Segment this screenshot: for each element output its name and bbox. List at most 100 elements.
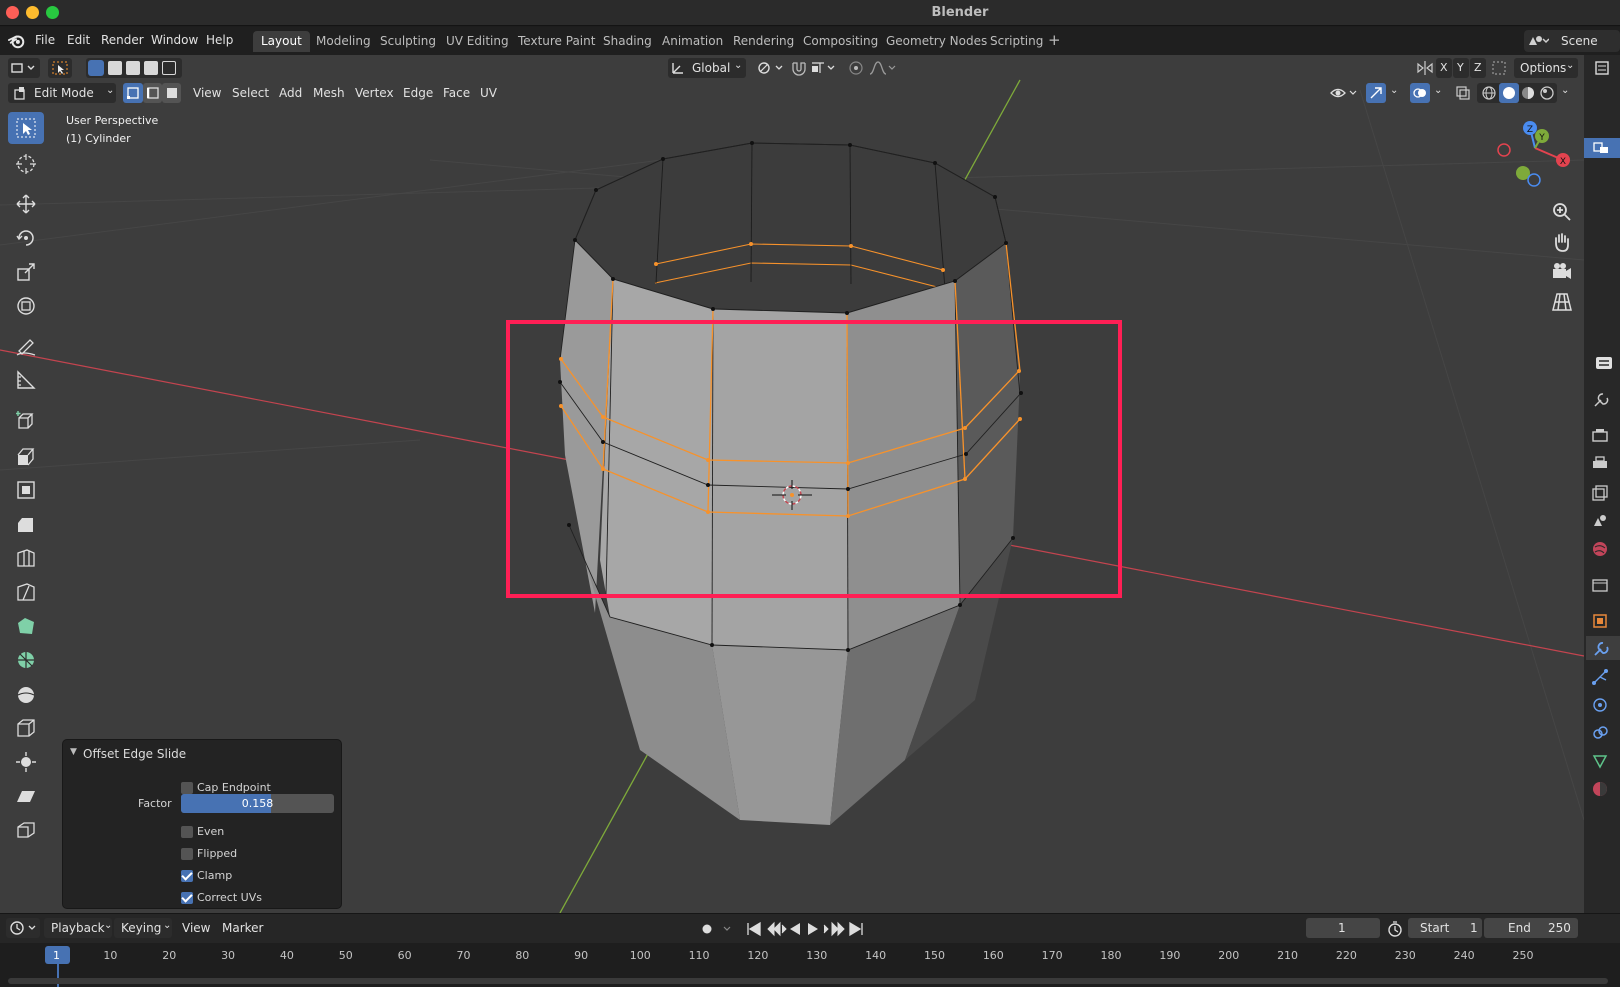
tab-tool-properties[interactable] [1591, 392, 1611, 412]
tool-rip-region[interactable] [8, 814, 44, 846]
menu-render[interactable]: Render [101, 33, 144, 47]
tab-texture-paint[interactable]: Texture Paint [510, 31, 603, 52]
tab-sculpting[interactable]: Sculpting [372, 31, 444, 52]
tab-layout[interactable]: Layout [253, 31, 310, 52]
tab-modifier-properties[interactable] [1591, 640, 1611, 660]
set-selection-invert-button[interactable] [144, 61, 158, 75]
tool-annotate[interactable] [8, 330, 44, 362]
timeline-scrollbar[interactable] [8, 978, 1608, 984]
visibility-eye-icon[interactable] [1330, 85, 1360, 101]
tab-scripting[interactable]: Scripting [982, 31, 1051, 52]
tool-add-cube[interactable] [8, 404, 44, 436]
tab-modeling[interactable]: Modeling [308, 31, 379, 52]
tab-uv-editing[interactable]: UV Editing [438, 31, 517, 52]
tool-measure[interactable] [8, 364, 44, 396]
tab-output-properties[interactable] [1591, 455, 1611, 475]
camera-view-icon[interactable] [1550, 260, 1574, 284]
set-selection-extend-button[interactable] [108, 61, 122, 75]
add-workspace-button[interactable]: + [1048, 31, 1061, 49]
clamp-box[interactable] [181, 870, 193, 882]
tab-particles-properties[interactable] [1591, 668, 1611, 688]
tool-shear[interactable] [8, 780, 44, 812]
pivot-point-icon[interactable] [756, 60, 786, 76]
tab-object-properties[interactable] [1591, 612, 1611, 632]
tool-extrude-region[interactable] [8, 440, 44, 472]
pan-hand-icon[interactable] [1550, 230, 1574, 254]
timeline-view-menu[interactable]: View [182, 921, 210, 935]
topology-mirror-icon[interactable] [1491, 60, 1507, 76]
menu-file[interactable]: File [35, 33, 55, 47]
flipped-box[interactable] [181, 848, 193, 860]
material-sphere-icon [1593, 782, 1607, 796]
tool-cursor[interactable] [8, 148, 44, 180]
tool-transform[interactable] [8, 290, 44, 322]
menu-mesh[interactable]: Mesh [313, 86, 345, 100]
playback-controls[interactable] [746, 921, 866, 937]
tool-poly-build[interactable] [8, 610, 44, 642]
zoom-magnifier-icon[interactable] [1550, 200, 1574, 224]
timeline-frame-ruler[interactable]: 1 10 20 30 40 50 60 70 80 90 100 110 120 130 140 150 16… [0, 943, 1620, 987]
proportional-editing-icon[interactable] [848, 60, 864, 76]
tab-scene-properties[interactable] [1591, 512, 1611, 532]
material-preview-icon[interactable] [1520, 85, 1536, 101]
falloff-curve-icon[interactable] [868, 60, 898, 76]
wireframe-shading-icon[interactable] [1481, 85, 1497, 101]
tab-compositing[interactable]: Compositing [795, 31, 886, 52]
timeline-marker-menu[interactable]: Marker [222, 921, 263, 935]
mirror-axis-icon[interactable] [1416, 60, 1434, 76]
tool-knife[interactable] [8, 576, 44, 608]
tool-smooth[interactable] [8, 678, 44, 710]
tool-scale[interactable] [8, 256, 44, 288]
set-selection-new-button[interactable] [88, 60, 104, 76]
factor-slider[interactable]: 0.158 [181, 794, 334, 813]
tab-constraints-properties[interactable] [1591, 724, 1611, 744]
menu-edit[interactable]: Edit [67, 33, 90, 47]
tab-render-properties[interactable] [1591, 426, 1611, 446]
menu-vertex[interactable]: Vertex [355, 86, 394, 100]
tool-inset-faces[interactable] [8, 474, 44, 506]
menu-uv[interactable]: UV [480, 86, 497, 100]
tab-animation[interactable]: Animation [654, 31, 731, 52]
perspective-grid-icon[interactable] [1550, 290, 1574, 314]
menu-window[interactable]: Window [151, 33, 198, 47]
menu-face[interactable]: Face [443, 86, 470, 100]
set-selection-subtract-button[interactable] [126, 61, 140, 75]
tool-edge-slide[interactable] [8, 712, 44, 744]
outliner-editor-icon[interactable] [1594, 59, 1616, 77]
tab-world-properties[interactable] [1591, 540, 1611, 560]
tab-collection-properties[interactable] [1591, 576, 1611, 596]
snap-magnet-icon[interactable] [790, 60, 808, 76]
properties-header-icon[interactable] [1590, 355, 1616, 371]
tab-view-layer-properties[interactable] [1591, 484, 1611, 504]
tab-shading[interactable]: Shading [595, 31, 660, 52]
menu-select[interactable]: Select [232, 86, 269, 100]
tab-data-properties[interactable] [1591, 752, 1611, 772]
set-selection-intersect-button[interactable] [162, 61, 176, 75]
tab-material-properties[interactable] [1591, 780, 1611, 800]
menu-add[interactable]: Add [279, 86, 302, 100]
menu-view[interactable]: View [193, 86, 221, 100]
navigation-gizmo[interactable]: Z Y X [1490, 118, 1570, 190]
collapse-caret-icon[interactable]: ▼ [70, 747, 77, 757]
tool-spin[interactable] [8, 644, 44, 676]
rendered-shading-icon[interactable] [1539, 85, 1555, 101]
tool-bevel[interactable] [8, 508, 44, 540]
cap-endpoint-box[interactable] [181, 782, 193, 794]
snap-target-icon[interactable] [810, 60, 838, 76]
menu-help[interactable]: Help [206, 33, 233, 47]
blender-logo-icon[interactable] [8, 32, 26, 50]
tool-loop-cut[interactable] [8, 542, 44, 574]
even-box[interactable] [181, 826, 193, 838]
record-keyframe-icon[interactable] [700, 922, 736, 936]
tab-physics-properties[interactable] [1591, 696, 1611, 716]
menu-edge[interactable]: Edge [403, 86, 433, 100]
tool-move[interactable] [8, 188, 44, 220]
tool-rotate[interactable] [8, 222, 44, 254]
tab-rendering[interactable]: Rendering [725, 31, 802, 52]
tool-shrink-fatten[interactable] [8, 746, 44, 778]
stopwatch-icon[interactable] [1386, 920, 1404, 938]
correct-uvs-box[interactable] [181, 892, 193, 904]
tab-geometry-nodes[interactable]: Geometry Nodes [878, 31, 995, 52]
xray-toggle-icon[interactable] [1455, 85, 1471, 101]
tool-select-box[interactable] [8, 112, 44, 144]
